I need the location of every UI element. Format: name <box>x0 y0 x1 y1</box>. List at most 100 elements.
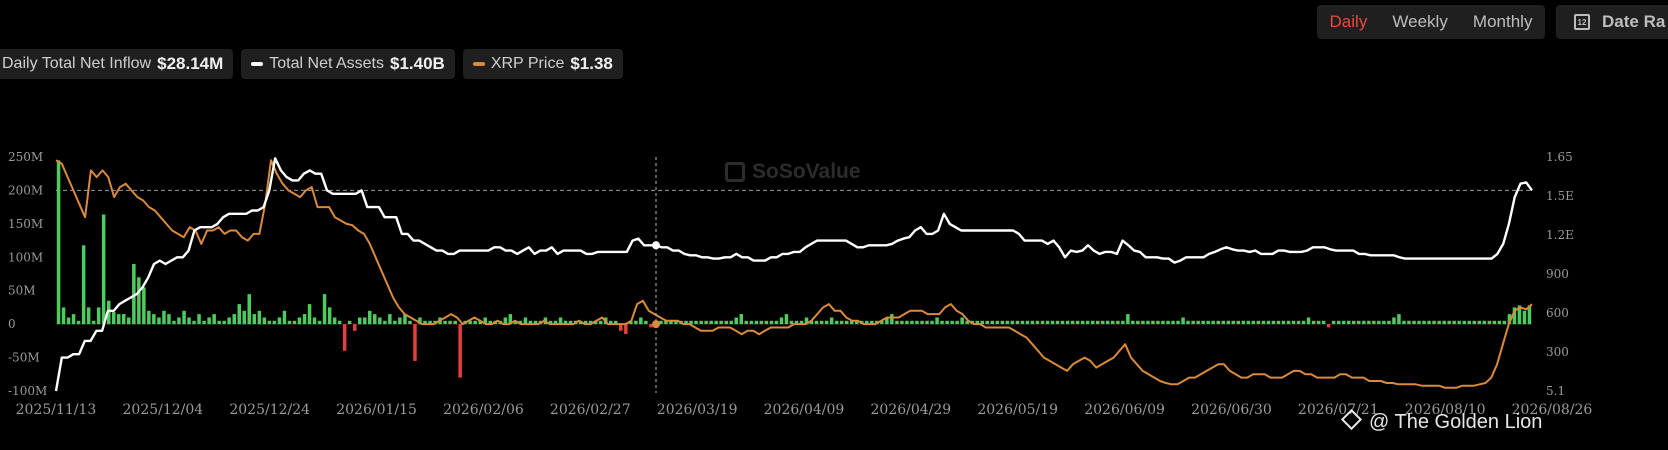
y-right-tick-label: 600 <box>1546 306 1569 320</box>
inflow-bar <box>779 317 784 325</box>
inflow-bar <box>1261 320 1266 325</box>
inflow-bar <box>232 314 236 325</box>
x-tick-label: 2025/11/13 <box>16 402 97 418</box>
inflow-bar <box>282 310 287 325</box>
inflow-bar <box>1397 314 1401 325</box>
inflow-bar <box>297 317 302 325</box>
inflow-bar <box>1347 320 1351 325</box>
inflow-bar <box>1070 320 1075 325</box>
inflow-bar <box>1412 320 1416 325</box>
inflow-bar <box>1472 320 1476 325</box>
inflow-bar <box>86 307 91 325</box>
y-left-tick-label: 200M <box>8 183 43 197</box>
inflow-bar <box>1085 320 1090 325</box>
tab-monthly[interactable]: Monthly <box>1473 12 1533 32</box>
crosshair-dot-price <box>652 320 660 329</box>
inflow-bar <box>1392 317 1396 325</box>
inflow-bar <box>1246 320 1251 325</box>
inflow-bar <box>1216 320 1220 325</box>
inflow-bar <box>829 317 834 325</box>
tab-daily[interactable]: Daily <box>1330 12 1368 32</box>
x-tick-label: 2026/01/15 <box>336 402 417 418</box>
inflow-bar <box>995 320 1000 325</box>
inflow-bar <box>704 320 708 325</box>
legend-xrp-price[interactable]: XRP Price $1.38 <box>462 49 623 79</box>
inflow-bar <box>915 320 919 325</box>
date-range-button[interactable]: 12 Date Ra <box>1556 5 1668 39</box>
inflow-bar <box>1186 320 1190 325</box>
inflow-bar <box>147 310 151 325</box>
inflow-bar <box>1221 320 1225 325</box>
inflow-bar <box>644 320 648 325</box>
inflow-bar <box>378 317 382 325</box>
inflow-bar <box>1482 320 1486 325</box>
y-right-tick-label: 300 <box>1546 345 1569 359</box>
inflow-bar <box>292 320 297 325</box>
inflow-bar <box>1010 320 1015 325</box>
inflow-bar <box>247 294 251 325</box>
inflow-bar <box>61 307 66 325</box>
inflow-bar <box>599 320 603 325</box>
inflow-bar <box>1311 320 1316 325</box>
inflow-bar <box>172 320 176 325</box>
inflow-bar <box>724 320 728 325</box>
inflow-bar <box>1151 320 1155 325</box>
inflow-bar <box>1176 320 1180 325</box>
inflow-bar <box>1080 320 1085 325</box>
inflow-bar <box>1141 320 1145 325</box>
inflow-bar <box>307 304 312 325</box>
inflow-bar <box>202 320 206 325</box>
tab-weekly[interactable]: Weekly <box>1392 12 1447 32</box>
inflow-bar <box>287 320 292 325</box>
inflow-bar <box>1055 320 1060 325</box>
inflow-bar <box>819 320 824 325</box>
y-left-tick-label: -100M <box>8 384 47 398</box>
inflow-bar <box>393 320 397 325</box>
inflow-bar <box>1030 320 1035 325</box>
inflow-bar <box>1035 320 1040 325</box>
inflow-bar <box>227 317 231 325</box>
inflow-bar <box>398 317 402 325</box>
legend-daily-inflow-label: Daily Total Net Inflow <box>2 55 152 72</box>
net-assets-line <box>54 157 1533 392</box>
inflow-bar <box>1040 320 1045 325</box>
inflow-bar <box>925 320 929 325</box>
inflow-bar <box>127 317 131 325</box>
legend-xrp-price-value: $1.38 <box>570 54 613 73</box>
inflow-bar <box>1477 320 1481 325</box>
legend-net-assets[interactable]: Total Net Assets $1.40B <box>241 49 455 79</box>
inflow-bar <box>342 324 347 351</box>
x-tick-label: 2025/12/24 <box>229 402 310 418</box>
inflow-bar <box>1296 320 1301 325</box>
inflow-bar <box>1367 320 1371 325</box>
inflow-bar <box>1352 320 1356 325</box>
inflow-bar <box>1136 320 1140 325</box>
legend-xrp-price-label: XRP Price <box>490 55 565 72</box>
inflow-bar <box>312 317 317 325</box>
inflow-bar <box>985 320 989 325</box>
inflow-bar <box>1201 320 1205 325</box>
y-left-tick-label: -50M <box>8 351 40 365</box>
inflow-bar <box>302 314 307 325</box>
inflow-bar <box>353 324 357 331</box>
inflow-bar <box>1166 320 1170 325</box>
inflow-bar <box>1492 320 1497 325</box>
inflow-bar <box>458 324 462 378</box>
x-tick-label: 2026/04/29 <box>871 402 952 418</box>
inflow-bar <box>443 320 447 325</box>
x-tick-label: 2026/02/06 <box>443 402 524 418</box>
inflow-bar <box>834 320 839 325</box>
legend-xrp-price-swatch <box>472 62 485 66</box>
inflow-bar <box>749 320 754 325</box>
inflow-bar <box>1497 320 1502 325</box>
inflow-bar <box>388 314 392 325</box>
inflow-bar <box>327 307 332 325</box>
y-right-tick-label: 1.2E <box>1546 228 1574 242</box>
x-tick-label: 2026/06/30 <box>1191 402 1272 418</box>
inflow-bar <box>1291 320 1296 325</box>
y-right-tick-label: 900 <box>1546 267 1569 281</box>
legend-daily-inflow[interactable]: Daily Total Net Inflow $28.14M <box>0 49 234 79</box>
inflow-bar <box>1121 320 1125 325</box>
inflow-bar <box>1111 320 1115 325</box>
inflow-bar <box>784 314 789 325</box>
